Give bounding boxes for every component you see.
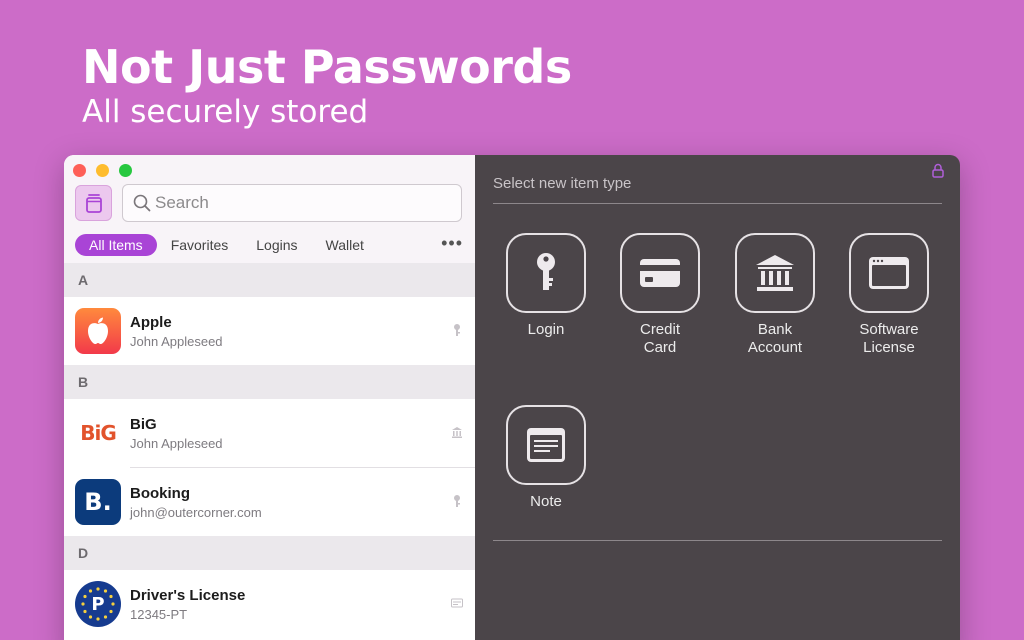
type-credit-card[interactable]: Credit Card xyxy=(605,233,715,357)
search-icon xyxy=(133,194,151,212)
type-login[interactable]: Login xyxy=(491,233,601,339)
filter-logins[interactable]: Logins xyxy=(242,234,311,256)
bank-icon xyxy=(452,427,462,438)
new-item-title: Select new item type xyxy=(493,175,632,192)
item-list-pane: All Items Favorites Logins Wallet ••• A … xyxy=(64,155,475,640)
type-bank-account[interactable]: Bank Account xyxy=(720,233,830,357)
list-item-big[interactable]: BiG BiG John Appleseed xyxy=(64,399,475,467)
window-icon xyxy=(869,257,909,289)
item-title: Booking xyxy=(130,485,190,502)
list-header: All Items Favorites Logins Wallet ••• xyxy=(64,155,475,263)
list-item-drivers-license[interactable]: P Driver's License 12345-PT xyxy=(64,570,475,638)
hero-headline: Not Just Passwords xyxy=(82,40,572,94)
type-label-line1: Software xyxy=(859,321,919,338)
zoom-window-button[interactable] xyxy=(119,164,132,177)
type-label-line1: Note xyxy=(530,493,562,510)
type-label: Login xyxy=(491,321,601,339)
apple-logo-icon xyxy=(75,308,121,354)
type-software-license-circle xyxy=(849,233,929,313)
filter-all-items[interactable]: All Items xyxy=(75,234,157,256)
type-label: Bank Account xyxy=(720,321,830,357)
item-title: BiG xyxy=(130,416,157,433)
booking-logo-text: B. xyxy=(84,488,112,516)
bank-icon xyxy=(756,255,794,291)
filter-tabs: All Items Favorites Logins Wallet xyxy=(75,234,465,256)
card-icon xyxy=(451,598,463,608)
search-field[interactable] xyxy=(122,184,462,222)
lock-icon[interactable] xyxy=(932,163,944,178)
big-logo-icon: BiG xyxy=(75,410,121,456)
list-item-booking[interactable]: B. Booking john@outercorner.com xyxy=(64,468,475,536)
vault-toggle-button[interactable] xyxy=(75,185,112,221)
section-header-a: A xyxy=(64,263,475,297)
new-item-pane: Select new item type Login Credit Card B… xyxy=(475,155,960,640)
divider-bottom xyxy=(493,540,942,541)
app-window: All Items Favorites Logins Wallet ••• A … xyxy=(64,155,960,640)
item-title: Apple xyxy=(130,314,172,331)
type-note[interactable]: Note xyxy=(491,405,601,511)
type-label-line2: Account xyxy=(747,339,803,356)
credit-card-icon xyxy=(640,259,680,287)
type-label: Note xyxy=(491,493,601,511)
close-window-button[interactable] xyxy=(73,164,86,177)
minimize-window-button[interactable] xyxy=(96,164,109,177)
hero-subheadline: All securely stored xyxy=(82,94,369,130)
type-label-line1: Credit xyxy=(639,321,680,338)
item-subtitle: John Appleseed xyxy=(130,334,223,349)
search-input[interactable] xyxy=(155,193,445,213)
booking-logo-icon: B. xyxy=(75,479,121,525)
type-label-line2: Card xyxy=(643,339,677,356)
list-item-apple[interactable]: Apple John Appleseed xyxy=(64,297,475,365)
key-icon xyxy=(537,253,555,290)
vault-icon xyxy=(85,194,102,213)
type-label: Credit Card xyxy=(605,321,715,357)
type-bank-account-circle xyxy=(735,233,815,313)
filter-favorites[interactable]: Favorites xyxy=(157,234,243,256)
type-label-line2: License xyxy=(863,339,915,356)
eu-license-icon: P xyxy=(75,581,121,627)
type-software-license[interactable]: Software License xyxy=(834,233,944,357)
big-logo-text: BiG xyxy=(80,421,117,445)
filter-wallet[interactable]: Wallet xyxy=(312,234,378,256)
section-header-d: D xyxy=(64,536,475,570)
type-credit-card-circle xyxy=(620,233,700,313)
type-label: Software License xyxy=(834,321,944,357)
item-subtitle: John Appleseed xyxy=(130,436,223,451)
section-header-b: B xyxy=(64,365,475,399)
divider-top xyxy=(493,203,942,204)
license-logo-text: P xyxy=(91,593,105,615)
item-subtitle: john@outercorner.com xyxy=(130,505,262,520)
key-icon xyxy=(454,324,460,336)
item-title: Driver's License xyxy=(130,587,246,604)
item-subtitle: 12345-PT xyxy=(130,607,188,622)
key-icon xyxy=(454,495,460,507)
type-note-circle xyxy=(506,405,586,485)
more-filters-button[interactable]: ••• xyxy=(441,234,463,252)
type-label-line1: Bank xyxy=(757,321,793,338)
note-icon xyxy=(527,428,565,462)
type-label-line1: Login xyxy=(527,321,565,338)
type-login-circle xyxy=(506,233,586,313)
